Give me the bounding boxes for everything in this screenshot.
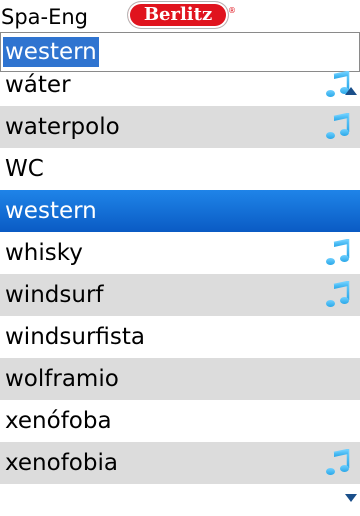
list-item[interactable]: xenofobia xyxy=(0,442,360,502)
search-input[interactable]: western xyxy=(3,37,99,67)
list-item[interactable]: western xyxy=(0,190,360,232)
audio-note-icon[interactable] xyxy=(324,238,352,267)
list-item[interactable]: windsurfista xyxy=(0,316,360,358)
list-item-label: wolframio xyxy=(5,366,119,392)
list-item[interactable]: windsurf xyxy=(0,274,360,316)
registered-mark: ® xyxy=(228,6,236,15)
berlitz-logo: Berlitz ® xyxy=(128,2,236,28)
list-item-label: windsurfista xyxy=(5,324,145,350)
audio-note-icon[interactable] xyxy=(324,448,352,477)
list-item-label: whisky xyxy=(5,240,83,266)
audio-note-icon[interactable] xyxy=(324,112,352,141)
audio-note-icon[interactable] xyxy=(324,280,352,309)
language-pair-label: Spa-Eng xyxy=(1,5,89,29)
list-item-label: wáter xyxy=(5,72,71,98)
list-item-label: western xyxy=(5,198,97,224)
list-item[interactable]: wáter xyxy=(0,64,360,106)
list-item-label: xenófoba xyxy=(5,408,112,434)
brand-name: Berlitz xyxy=(143,4,213,25)
list-item[interactable]: xenófoba xyxy=(0,400,360,442)
list-item-label: WC xyxy=(5,156,44,182)
list-item-label: waterpolo xyxy=(5,114,120,140)
list-item[interactable]: wolframio xyxy=(0,358,360,400)
list-item[interactable]: whisky xyxy=(0,232,360,274)
list-item[interactable]: waterpolo xyxy=(0,106,360,148)
scroll-down-arrow-icon xyxy=(345,474,357,502)
app-header: Spa-Eng Berlitz ® xyxy=(0,0,360,32)
word-list[interactable]: wáter waterpolo WC western whisky windsu… xyxy=(0,64,360,502)
list-item[interactable]: WC xyxy=(0,148,360,190)
scroll-up-arrow-icon xyxy=(345,67,357,95)
list-item-label: windsurf xyxy=(5,282,104,308)
list-item-label: xenofobia xyxy=(5,450,118,476)
